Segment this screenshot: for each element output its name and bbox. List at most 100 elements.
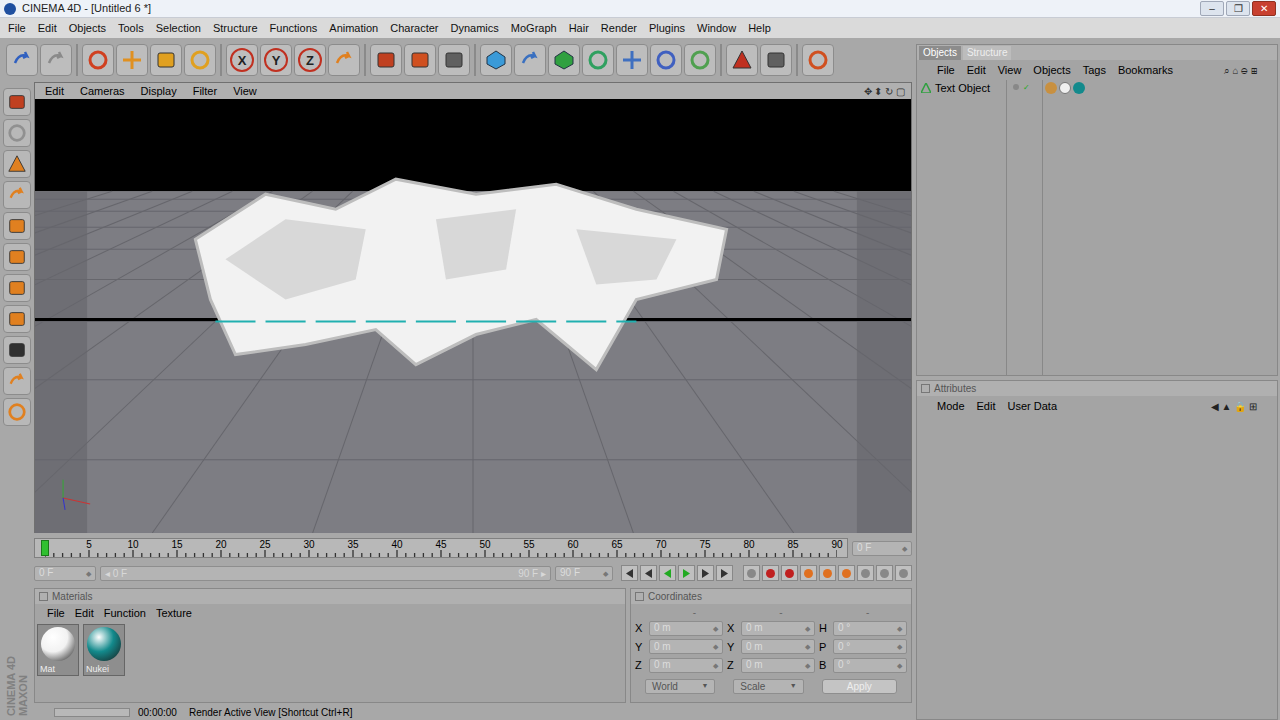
timeline-ruler[interactable]: 051015202530354045505560657075808590 [34,538,848,558]
panel-tab[interactable]: Objects [919,46,961,60]
panel-menu-item[interactable]: Edit [75,605,94,622]
search-home-icon[interactable]: ⌕ ⌂ ⊖ ⊞ [1224,63,1257,78]
left-tool-button[interactable] [3,119,31,147]
spinner-icon[interactable]: ◆ [897,662,902,669]
toolbar-button[interactable] [6,44,38,76]
texture-tag-icon[interactable] [1045,82,1057,94]
panel-menu-item[interactable]: Objects [1033,62,1070,79]
playback-button[interactable] [678,565,695,581]
left-tool-button[interactable] [3,274,31,302]
menu-item[interactable]: Animation [323,20,384,37]
toolbar-button[interactable] [328,44,360,76]
toolbar-button[interactable] [184,44,216,76]
browser-icon[interactable] [807,49,829,71]
spinner-icon[interactable]: ◆ [805,625,810,632]
spinner-icon[interactable]: ◆ [713,643,718,650]
left-tool-button[interactable] [3,367,31,395]
position-field[interactable]: 0 m◆ [649,621,723,636]
left-tool-button[interactable] [3,305,31,333]
key-button[interactable] [781,565,798,581]
toolbar-button[interactable] [370,44,402,76]
panel-menu-item[interactable]: Tags [1083,62,1106,79]
uv-tool-icon[interactable] [7,309,27,329]
panel-menu-item[interactable]: Edit [967,62,986,79]
window-control-button[interactable]: ❐ [1226,1,1250,16]
panel-menu-item[interactable]: File [937,62,955,79]
render-view-icon[interactable] [375,49,397,71]
left-tool-button[interactable] [3,336,31,364]
left-tool-button[interactable] [3,398,31,426]
view-layout-icon[interactable] [7,92,27,112]
toolbar-button[interactable] [438,44,470,76]
panel-menu-item[interactable]: Edit [977,398,996,415]
spinner-icon[interactable]: ◆ [897,625,902,632]
toolbar-button[interactable] [480,44,512,76]
spinner-icon[interactable]: ◆ [86,570,91,577]
material-swatch[interactable]: Mat [37,624,79,676]
render-settings-icon[interactable] [443,49,465,71]
menu-item[interactable]: Hair [563,20,595,37]
toolbar-button[interactable] [582,44,614,76]
toolbar-button[interactable] [760,44,792,76]
left-tool-button[interactable] [3,181,31,209]
menu-item[interactable]: Plugins [643,20,691,37]
menu-item[interactable]: Objects [63,20,112,37]
toolbar-button[interactable] [684,44,716,76]
key-button[interactable] [762,565,779,581]
playback-button[interactable] [640,565,657,581]
size-field[interactable]: 0 m◆ [741,658,815,673]
key-button[interactable] [800,565,817,581]
points-tool-icon[interactable] [7,216,27,236]
menu-item[interactable]: Dynamics [445,20,505,37]
object-tool-icon[interactable] [7,154,27,174]
left-tool-button[interactable] [3,212,31,240]
scale-icon[interactable] [155,49,177,71]
viewport-menu-item[interactable]: Cameras [72,83,133,100]
toolbar-button[interactable] [116,44,148,76]
texture-tool-icon[interactable] [7,340,27,360]
rotate-icon[interactable] [189,49,211,71]
axis-lock-button[interactable]: X [226,44,258,76]
panel-menu-item[interactable]: Texture [156,605,192,622]
menu-item[interactable]: Help [742,20,777,37]
key-button[interactable] [838,565,855,581]
move-icon[interactable] [121,49,143,71]
object-row[interactable]: Text Object [917,80,1006,96]
left-tool-button[interactable] [3,150,31,178]
panel-tab[interactable]: Structure [963,46,1012,60]
size-field[interactable]: 0 m◆ [741,639,815,654]
polygons-tool-icon[interactable] [7,278,27,298]
toolbar-button[interactable] [404,44,436,76]
menu-item[interactable]: Edit [32,20,63,37]
coordinate-system-icon[interactable] [333,49,355,71]
panel-menu-item[interactable]: Mode [937,398,965,415]
axis-lock-button[interactable]: Z [294,44,326,76]
viewport-menu-item[interactable]: Edit [37,83,72,100]
current-frame-field[interactable]: 0 F◆ [852,541,912,556]
timeline-playhead[interactable] [41,540,49,556]
select-icon[interactable] [87,49,109,71]
mode-dropdown[interactable]: World▼ [645,679,715,694]
toolbar-button[interactable] [40,44,72,76]
playback-button[interactable] [716,565,733,581]
layout-icon[interactable] [765,49,787,71]
playback-button[interactable] [659,565,676,581]
rotation-field[interactable]: 0 °◆ [833,658,907,673]
menu-item[interactable]: MoGraph [505,20,563,37]
toolbar-button[interactable] [82,44,114,76]
material-tag-icon[interactable] [1059,82,1071,94]
panel-menu-item[interactable]: User Data [1008,398,1058,415]
material-swatch[interactable]: Nukei [83,624,125,676]
scene-icon[interactable] [655,49,677,71]
enable-check-icon[interactable]: ✓ [1023,84,1031,92]
menu-item[interactable]: Structure [207,20,264,37]
end-frame-field[interactable]: 90 F◆ [555,566,613,581]
key-button[interactable] [876,565,893,581]
panel-menu-item[interactable]: View [998,62,1022,79]
redo-icon[interactable] [45,49,67,71]
menu-item[interactable]: Tools [112,20,150,37]
left-tool-button[interactable] [3,88,31,116]
menu-item[interactable]: Character [384,20,444,37]
visibility-dot[interactable] [1013,84,1019,90]
menu-item[interactable]: Window [691,20,742,37]
